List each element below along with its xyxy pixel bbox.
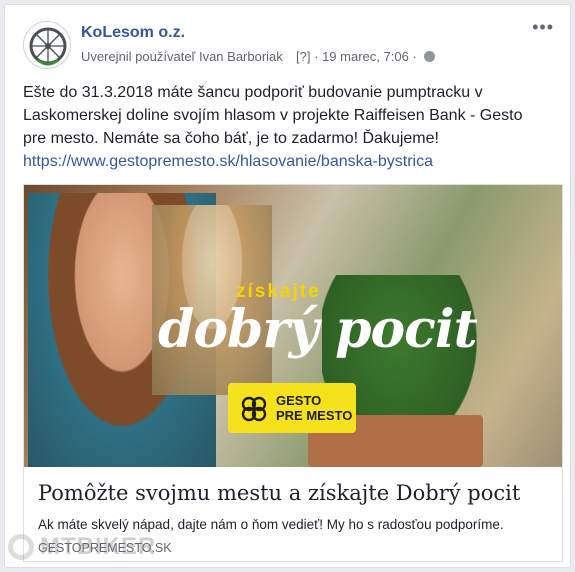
post-date[interactable]: 19 marec, 7:06 <box>322 49 409 64</box>
gesto-logo: GESTO PRE MESTO <box>228 383 356 433</box>
post-link[interactable]: https://www.gestopremesto.sk/hlasovanie/… <box>23 150 553 173</box>
more-options-button[interactable]: ••• <box>532 17 554 38</box>
question-link[interactable]: [?] <box>296 49 310 64</box>
watermark-logo-icon <box>8 534 34 560</box>
link-attachment[interactable]: získajte dobrý pocit GESTO PRE MESTO Pom… <box>23 184 563 562</box>
post-card: KoLesom o.z. Uverejnil používateľ Ivan B… <box>4 4 571 568</box>
post-message: Ešte do 31.3.2018 máte šancu podporiť bu… <box>23 81 553 173</box>
attachment-description: Ak máte skvelý nápad, dajte nám o ňom ve… <box>38 517 504 532</box>
logo-line1: GESTO <box>276 393 322 408</box>
post-meta: Uverejnil používateľ Ivan Barboriak [?] … <box>81 49 436 64</box>
logo-line2: PRE MESTO <box>276 408 353 423</box>
clover-icon <box>241 396 267 422</box>
watermark-text: MTBIKER <box>40 533 157 560</box>
published-by-text: Uverejnil používateľ Ivan Barboriak <box>81 49 283 64</box>
page-name-link[interactable]: KoLesom o.z. <box>81 24 185 42</box>
image-headline-large: dobrý pocit <box>158 299 478 360</box>
logo-text: GESTO PRE MESTO <box>276 393 352 423</box>
post-text-line: pre mesto. Nemáte sa čoho báť, je to zad… <box>23 130 439 147</box>
public-globe-icon <box>424 51 436 62</box>
attachment-image[interactable]: získajte dobrý pocit GESTO PRE MESTO <box>24 185 562 467</box>
bicycle-wheel-icon <box>29 27 67 66</box>
post-text-line: Ešte do 31.3.2018 máte šancu podporiť bu… <box>23 84 483 101</box>
page-avatar[interactable] <box>23 21 71 69</box>
attachment-title[interactable]: Pomôžte svojmu mestu a získajte Dobrý po… <box>38 481 520 505</box>
post-text-line: Laskomerskej doline svojím hlasom v proj… <box>23 107 523 124</box>
